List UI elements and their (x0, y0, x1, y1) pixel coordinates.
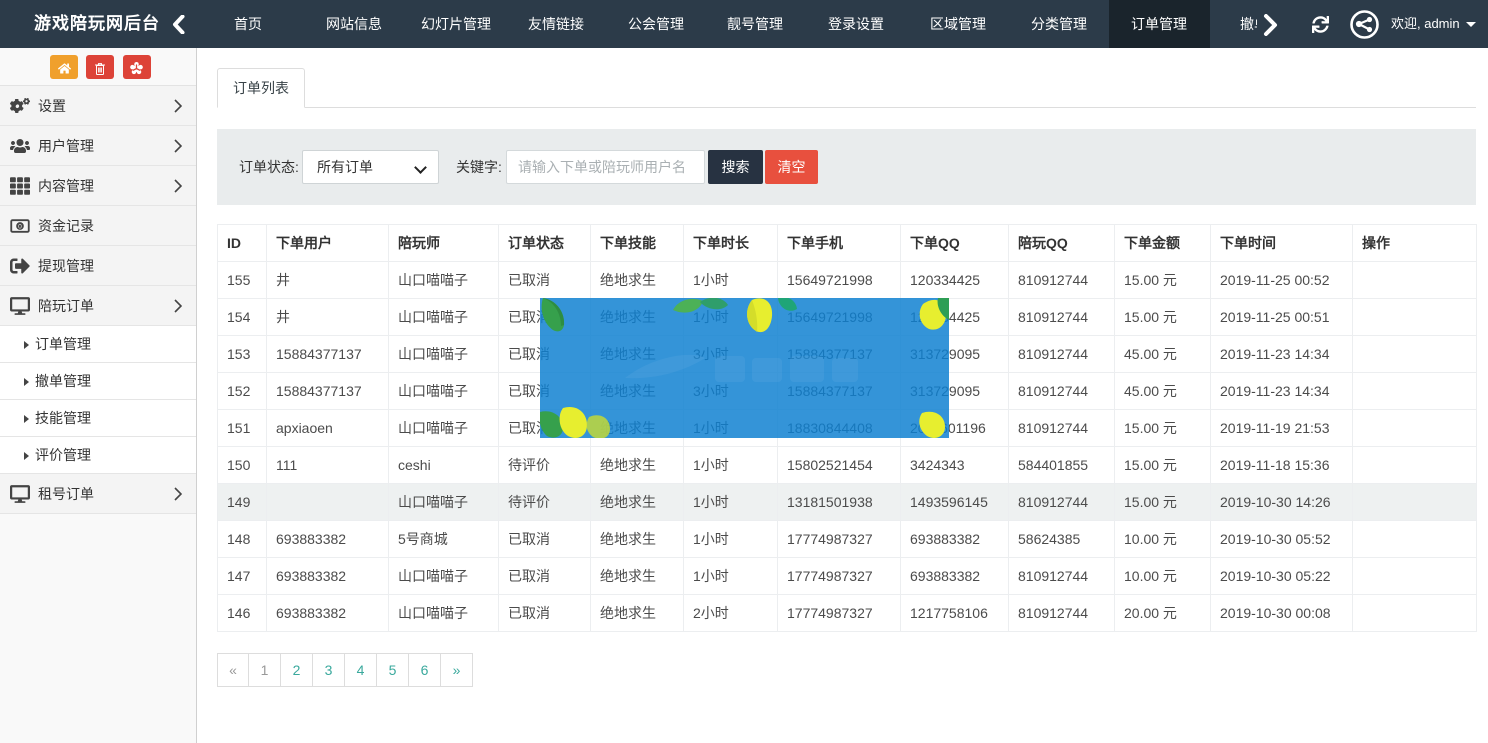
svg-text:0: 0 (18, 224, 22, 231)
